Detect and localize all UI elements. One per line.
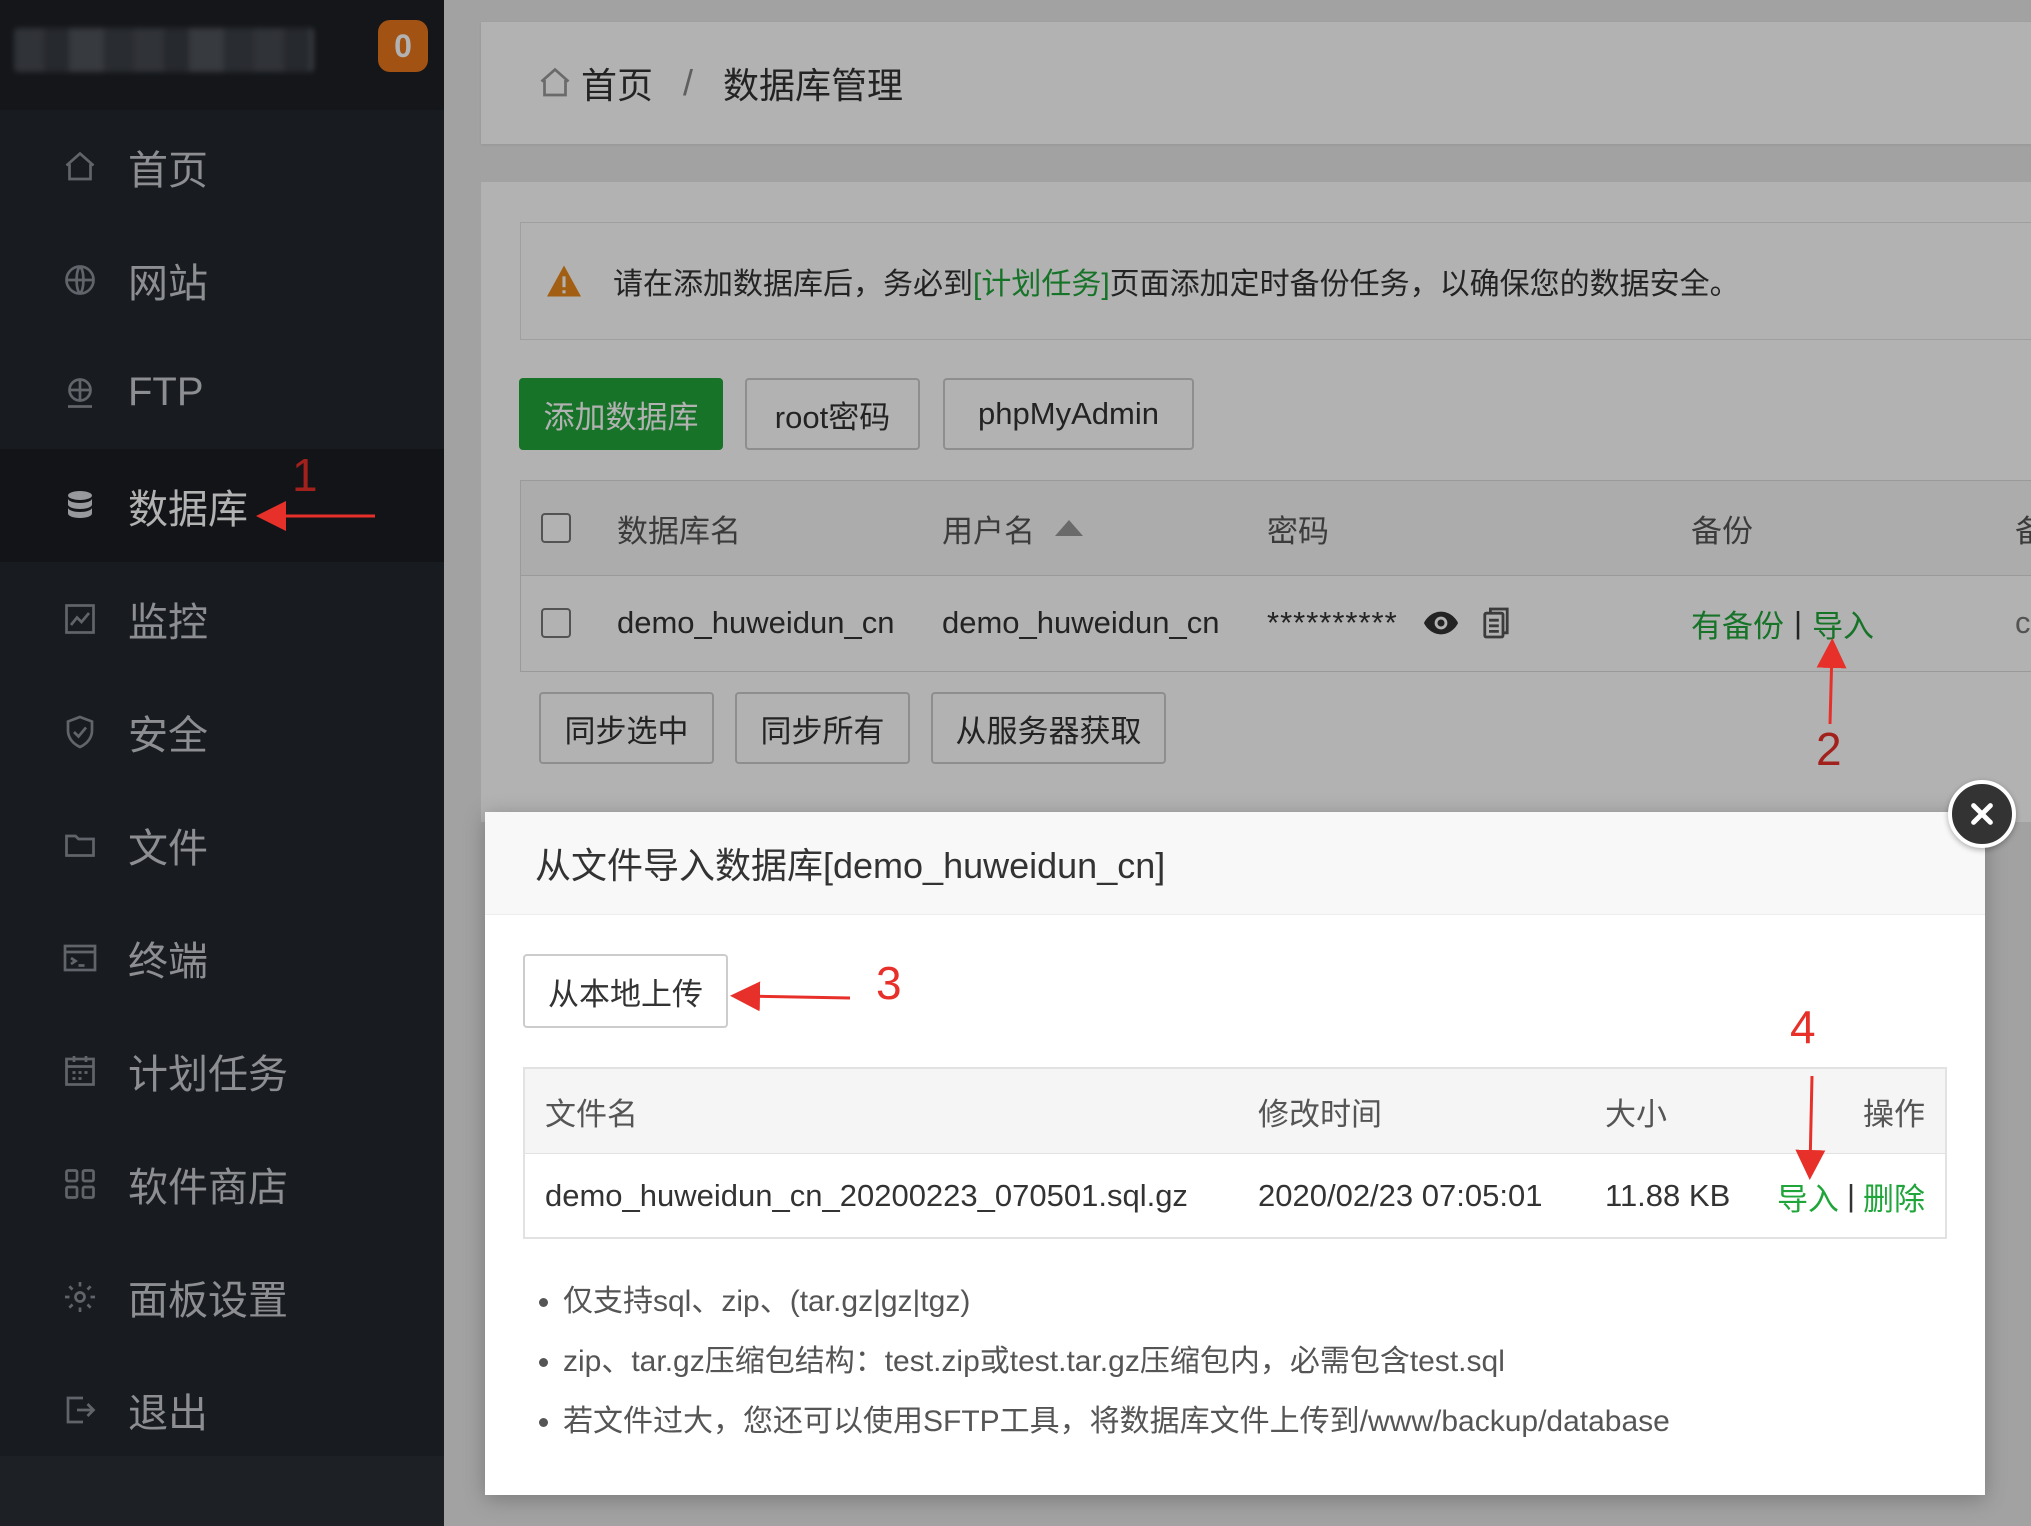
file-table: 文件名 修改时间 大小 操作 demo_huweidun_cn_20200223… [523,1067,1947,1239]
note-item: 仅支持sql、zip、(tar.gz|gz|tgz) [563,1272,1670,1332]
import-dialog: 从文件导入数据库[demo_huweidun_cn] 从本地上传 文件名 修改时… [485,812,1985,1495]
upload-local-button[interactable]: 从本地上传 [523,954,728,1028]
import-notes: 仅支持sql、zip、(tar.gz|gz|tgz) zip、tar.gz压缩包… [523,1272,1670,1452]
col-mtime: 修改时间 [1258,1096,1382,1132]
col-size: 大小 [1605,1096,1667,1132]
file-table-header: 文件名 修改时间 大小 操作 [525,1069,1945,1154]
dialog-title: 从文件导入数据库[demo_huweidun_cn] [485,812,1985,915]
size-cell: 11.88 KB [1605,1178,1731,1213]
mtime-cell: 2020/02/23 07:05:01 [1258,1178,1543,1213]
col-filename: 文件名 [545,1096,638,1132]
action-separator: | [1846,1178,1855,1213]
file-delete-link[interactable]: 删除 [1863,1174,1925,1219]
col-action: 操作 [1863,1096,1925,1132]
note-item: 若文件过大，您还可以使用SFTP工具，将数据库文件上传到/www/backup/… [563,1392,1670,1452]
close-dialog-button[interactable] [1948,780,2016,848]
action-cell: 导入 | 删除 [1777,1154,1925,1238]
note-item: zip、tar.gz压缩包结构：test.zip或test.tar.gz压缩包内… [563,1332,1670,1392]
close-icon [1968,800,1996,828]
file-import-link[interactable]: 导入 [1777,1174,1839,1219]
annotation-step-3: 3 [876,957,902,1009]
table-row: demo_huweidun_cn_20200223_070501.sql.gz … [525,1154,1945,1238]
annotation-step-4: 4 [1790,1001,1816,1053]
filename-cell: demo_huweidun_cn_20200223_070501.sql.gz [545,1178,1188,1213]
